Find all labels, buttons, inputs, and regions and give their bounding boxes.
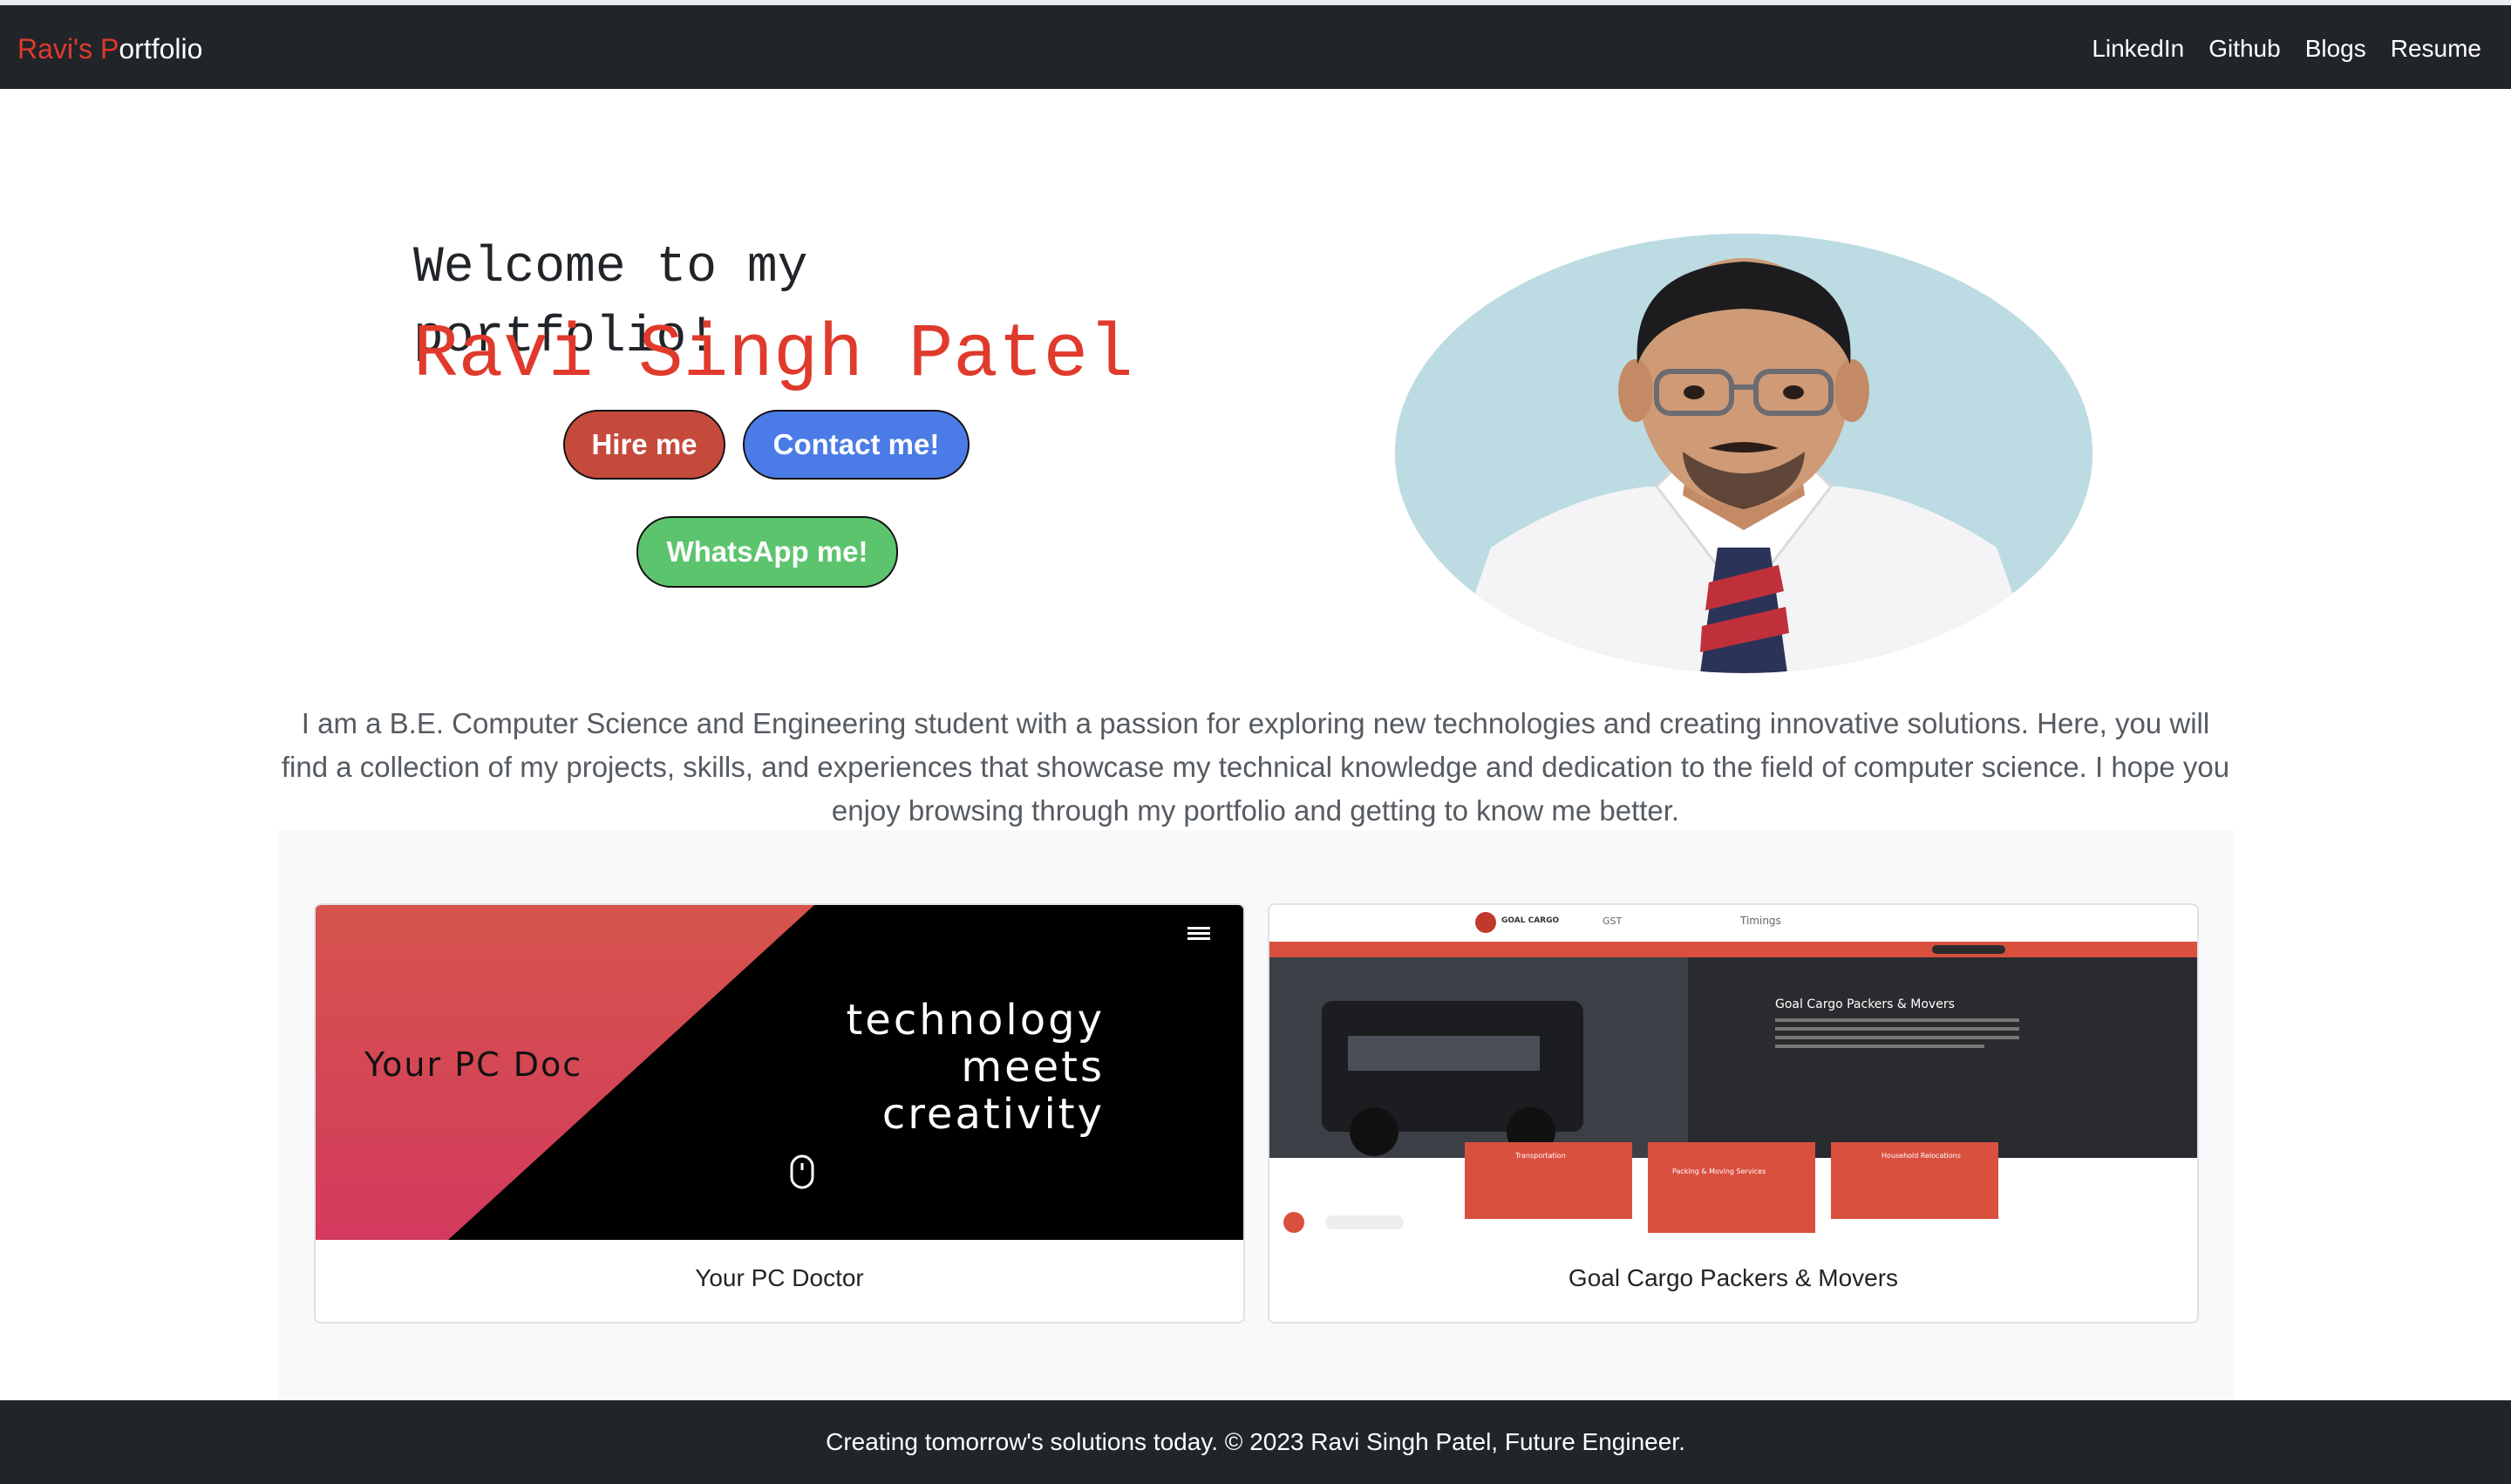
nav-link-linkedin[interactable]: LinkedIn — [2092, 31, 2184, 66]
project-card-goal-cargo[interactable]: GOAL CARGO GST Timings Goal Cargo Packer… — [1268, 903, 2199, 1324]
project-card-your-pc-doctor[interactable]: Your PC Doc technology meets creativity … — [314, 903, 1245, 1324]
nav-link-github[interactable]: Github — [2208, 31, 2281, 66]
goal-cargo-service-1: Transportation — [1514, 1152, 1566, 1160]
project-title: Goal Cargo Packers & Movers — [1568, 1264, 1899, 1291]
project-screenshot-your-pc-doctor: Your PC Doc technology meets creativity — [316, 905, 1243, 1240]
goal-cargo-service-3: Household Relocations — [1882, 1152, 1961, 1160]
name-heading: Ravi Singh Patel — [413, 312, 1133, 398]
pc-doctor-left-text: Your PC Doc — [364, 1045, 582, 1084]
footer: Creating tomorrow's solutions today. © 2… — [0, 1400, 2511, 1484]
project-title: Your PC Doctor — [695, 1264, 864, 1291]
projects-section: Your PC Doc technology meets creativity … — [277, 830, 2234, 1400]
pc-doctor-line3: creativity — [882, 1090, 1105, 1139]
intro-paragraph: I am a B.E. Computer Science and Enginee… — [281, 707, 2230, 827]
hire-me-button[interactable]: Hire me — [563, 410, 725, 480]
nav-link-blogs[interactable]: Blogs — [2305, 31, 2366, 66]
goal-cargo-timings: Timings — [1739, 915, 1781, 927]
brand-logo[interactable]: Ravi's Portfolio — [17, 31, 202, 66]
goal-cargo-heading: Goal Cargo Packers & Movers — [1775, 997, 1955, 1011]
profile-photo — [1395, 234, 2092, 673]
whatsapp-me-button[interactable]: WhatsApp me! — [636, 516, 898, 588]
profile-photo-illustration — [1395, 234, 2092, 673]
contact-me-button[interactable]: Contact me! — [743, 410, 970, 480]
nav-links: LinkedIn Github Blogs Resume — [2092, 31, 2481, 66]
brand-accent: Ravi's P — [17, 33, 119, 65]
navbar: Ravi's Portfolio LinkedIn Github Blogs R… — [0, 5, 2511, 89]
pc-doctor-line1: technology — [846, 996, 1105, 1045]
goal-cargo-service-2: Packing & Moving Services — [1672, 1167, 1766, 1175]
hamburger-menu-icon — [1187, 927, 1210, 940]
goal-cargo-gst: GST — [1603, 916, 1623, 927]
goal-cargo-logo-icon — [1475, 912, 1496, 933]
nav-link-resume[interactable]: Resume — [2391, 31, 2481, 66]
goal-cargo-logo-text: GOAL CARGO — [1501, 916, 1560, 925]
project-screenshot-goal-cargo: GOAL CARGO GST Timings Goal Cargo Packer… — [1269, 905, 2197, 1240]
pc-doctor-line2: meets — [961, 1043, 1105, 1092]
brand-rest: ortfolio — [119, 33, 203, 65]
